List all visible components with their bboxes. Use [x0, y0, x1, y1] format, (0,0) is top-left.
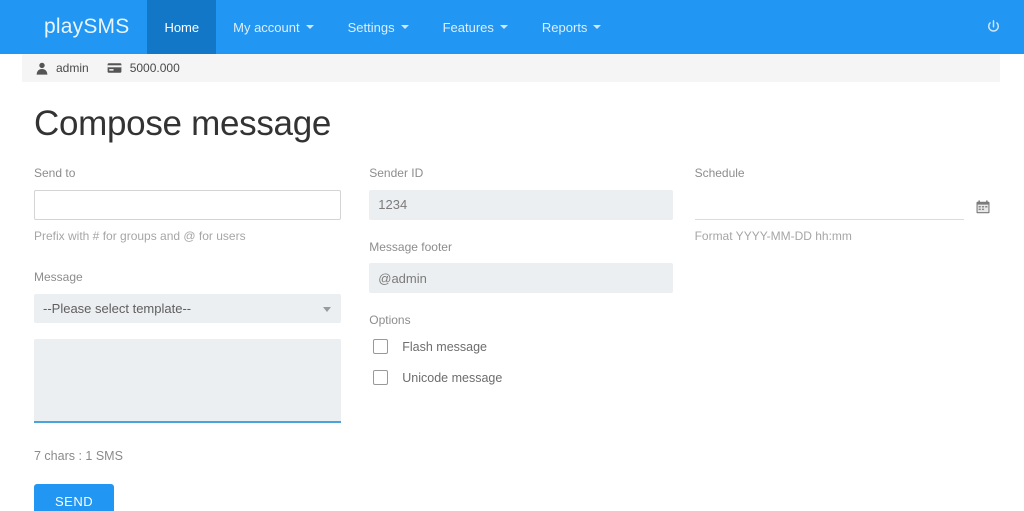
schedule-label: Schedule — [694, 166, 745, 181]
nav-item-my-account-label: My account — [233, 19, 300, 35]
char-count-text: 7 chars : 1 SMS — [34, 448, 123, 463]
message-textarea[interactable] — [34, 338, 342, 423]
sender-id-field: Sender ID — [369, 166, 673, 220]
schedule-input[interactable] — [694, 189, 964, 220]
send-to-input[interactable] — [34, 189, 342, 220]
nav-menu: Home My account Settings Features Report… — [147, 0, 618, 54]
nav-item-features[interactable]: Features — [426, 0, 525, 54]
options-label: Options — [369, 313, 411, 328]
navbar-right — [985, 0, 1024, 54]
schedule-field: Schedule Format YYYY-MM-DD hh:mm — [694, 166, 990, 244]
compose-form: Send to Prefix with # for groups and @ f… — [34, 166, 990, 511]
power-icon — [988, 19, 999, 32]
schedule-help-text: Format YYYY-MM-DD hh:mm — [694, 228, 852, 243]
send-to-help-text: Prefix with # for groups and @ for users — [34, 228, 246, 243]
option-flash-message[interactable]: Flash message — [369, 336, 672, 357]
message-footer-input[interactable] — [369, 263, 673, 294]
message-label: Message — [34, 270, 83, 285]
chevron-down-icon — [305, 25, 314, 29]
send-to-label: Send to — [34, 166, 76, 181]
chevron-down-icon — [499, 25, 508, 29]
message-field: Message --Please select template-- — [34, 270, 342, 323]
page-title: Compose message — [34, 104, 332, 143]
option-unicode-message[interactable]: Unicode message — [369, 367, 672, 388]
sender-id-label: Sender ID — [369, 166, 424, 181]
unicode-message-label[interactable]: Unicode message — [402, 371, 502, 385]
nav-item-home-label: Home — [164, 19, 200, 35]
logout-button[interactable] — [985, 19, 1002, 36]
schedule-input-row — [694, 189, 990, 220]
form-column-right: Schedule Format YYYY-MM-DD hh:mm — [694, 166, 990, 244]
options-field: Options Flash message Unicode message — [369, 313, 672, 388]
nav-item-my-account[interactable]: My account — [216, 0, 330, 54]
message-textarea-field: 7 chars : 1 SMS — [34, 338, 342, 463]
flash-message-label[interactable]: Flash message — [402, 340, 487, 354]
user-info-bar: admin 5000.000 — [22, 54, 1000, 82]
page-container: Compose message Send to Prefix with # fo… — [0, 104, 1024, 511]
unicode-message-checkbox[interactable] — [373, 370, 389, 386]
top-navbar: playSMS Home My account Settings Feature… — [0, 0, 1024, 54]
chevron-down-icon — [400, 25, 409, 29]
nav-item-home[interactable]: Home — [147, 0, 217, 54]
message-footer-field: Message footer — [369, 239, 673, 294]
nav-item-reports-label: Reports — [541, 19, 588, 35]
sender-id-input[interactable] — [369, 189, 673, 220]
calendar-icon[interactable] — [976, 200, 990, 214]
username-text: admin — [56, 61, 89, 75]
template-select[interactable]: --Please select template-- — [34, 293, 342, 323]
user-icon — [36, 62, 48, 75]
send-button[interactable]: SEND — [34, 483, 115, 511]
send-to-field: Send to Prefix with # for groups and @ f… — [34, 166, 342, 244]
chevron-down-icon — [593, 25, 602, 29]
user-info[interactable]: admin — [36, 62, 89, 75]
nav-item-settings[interactable]: Settings — [331, 0, 426, 54]
nav-item-features-label: Features — [442, 19, 494, 35]
message-footer-label: Message footer — [369, 239, 452, 254]
form-column-middle: Sender ID Message footer Options Flash m… — [369, 166, 673, 398]
nav-item-settings-label: Settings — [347, 19, 395, 35]
nav-item-reports[interactable]: Reports — [525, 0, 619, 54]
template-select-wrapper: --Please select template-- — [34, 293, 342, 323]
credit-amount-text: 5000.000 — [129, 61, 180, 75]
flash-message-checkbox[interactable] — [373, 339, 389, 355]
form-column-left: Send to Prefix with # for groups and @ f… — [34, 166, 342, 511]
credit-card-icon — [107, 62, 122, 74]
credit-info[interactable]: 5000.000 — [107, 62, 180, 74]
brand-logo[interactable]: playSMS — [0, 0, 147, 54]
